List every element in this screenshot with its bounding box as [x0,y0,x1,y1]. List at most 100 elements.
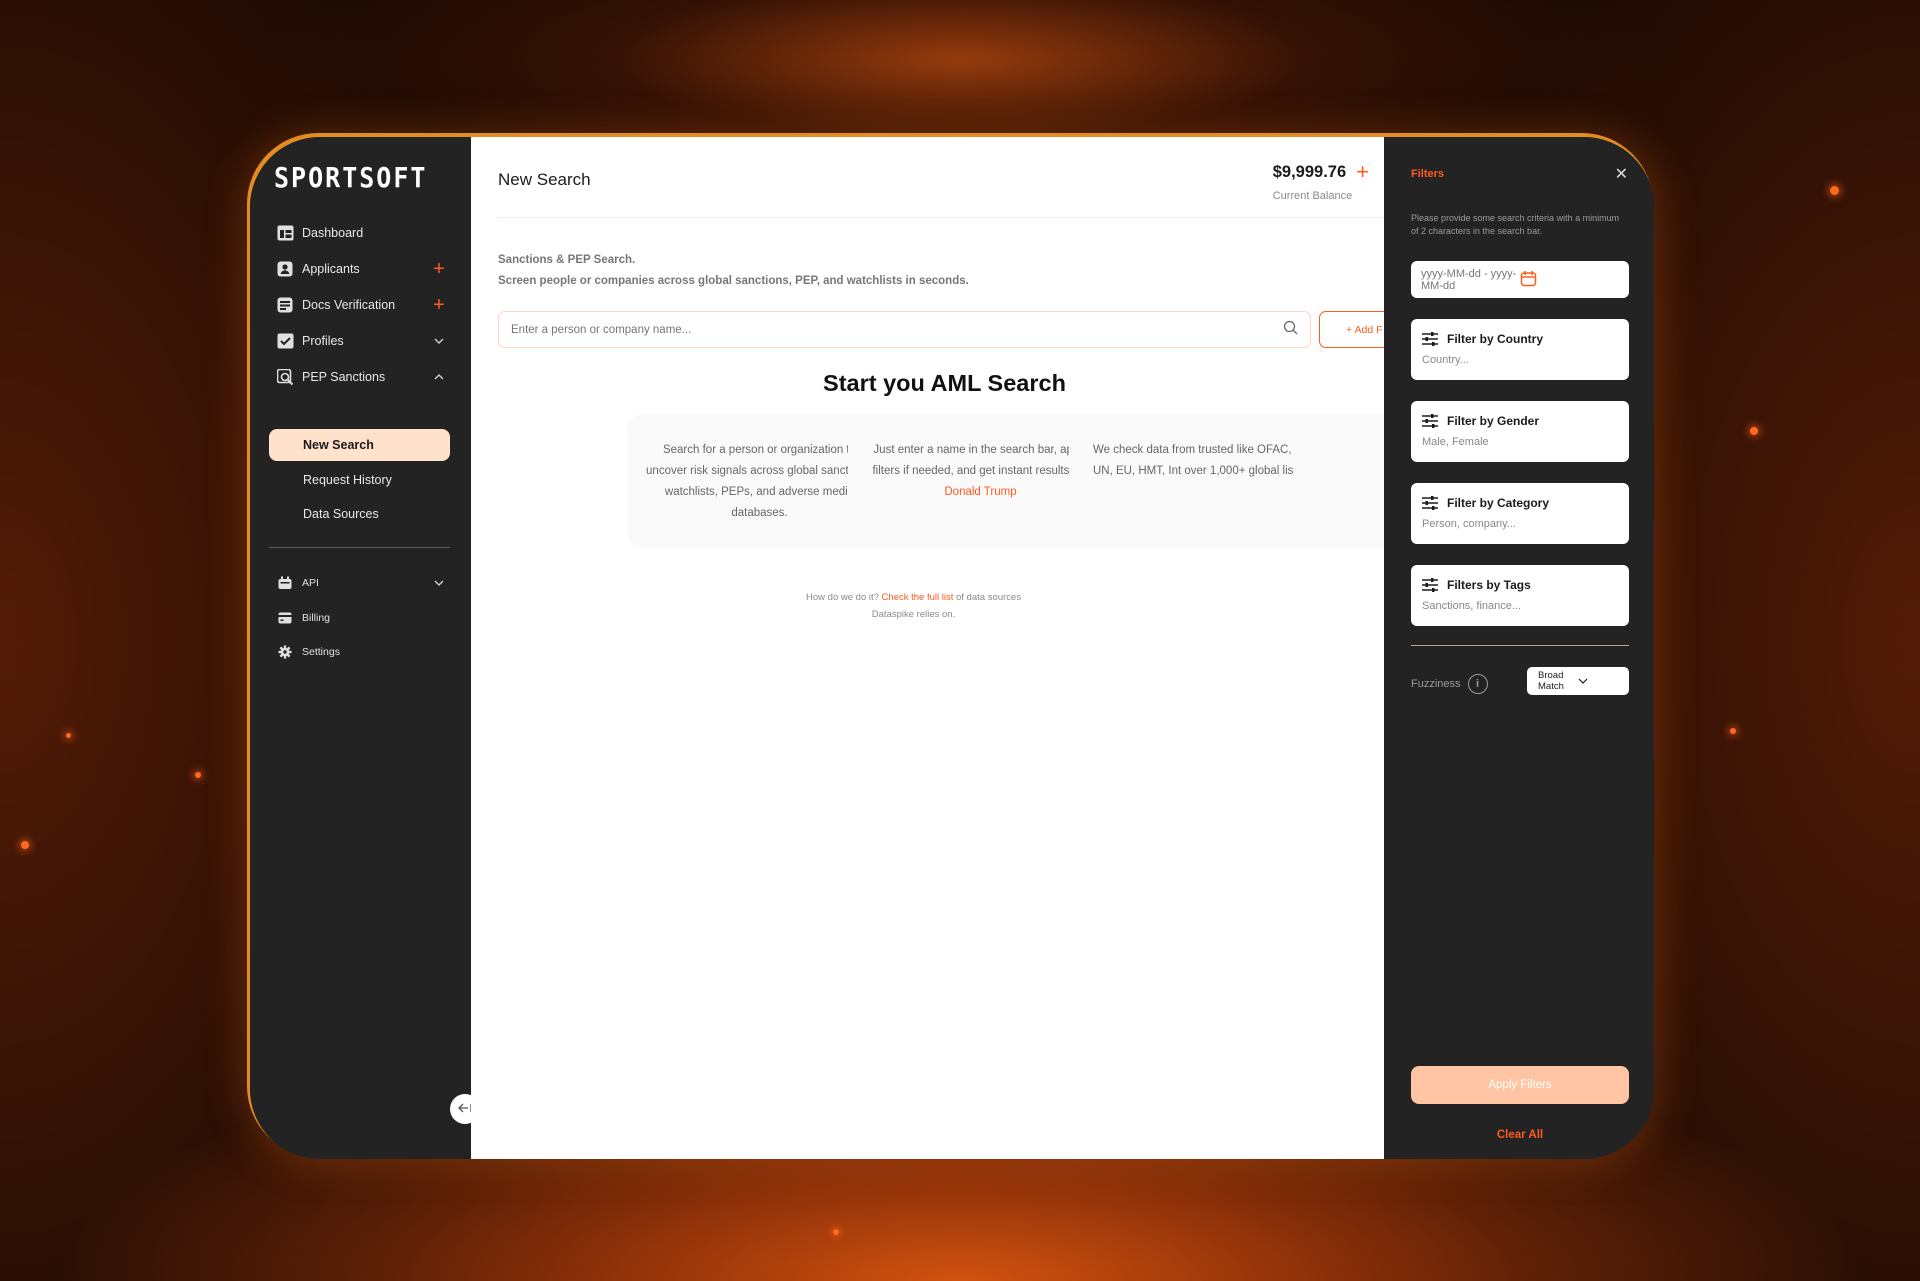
search-input[interactable]: Enter a person or company name... [498,311,1311,348]
sidebar-divider [269,547,450,548]
sidebar-item-label: Applicants [302,262,360,276]
background-spark [1750,427,1758,435]
intro-title: Sanctions & PEP Search. [498,254,636,266]
api-icon [276,574,294,592]
sidebar-item-label: API [302,577,319,589]
chevron-down-icon [432,577,446,589]
sidebar-item-dashboard[interactable]: Dashboard [276,221,446,245]
filters-panel: Filters ✕ Please provide some search cri… [1384,137,1654,1159]
footer-text-line2: Dataspike relies on. [871,609,956,620]
sidebar-subitem-label: Request History [303,473,392,487]
clear-all-button[interactable]: Clear All [1411,1129,1629,1141]
filter-title: Filter by Country [1447,332,1544,346]
add-document-icon[interactable]: + [432,295,446,315]
hero-text: Start you AML Search [823,370,1066,396]
sidebar-item-applicants[interactable]: Applicants + [276,257,446,281]
gear-icon [276,643,294,661]
sidebar-item-profiles[interactable]: Profiles [276,329,446,353]
intro-text: Screen people or companies across global… [498,275,969,287]
background-spark [66,733,71,738]
info-icon[interactable]: i [1467,674,1488,694]
filter-by-country[interactable]: Filter by Country Country... [1411,319,1629,380]
date-placeholder: yyyy-MM-dd - yyyy-MM-dd [1421,267,1517,292]
fuzziness-select[interactable]: Broad Match [1527,667,1629,695]
info-card: We check data from trusted like OFAC, UN… [1069,414,1384,548]
add-filter-button[interactable]: + Add F [1319,311,1384,348]
filter-by-category[interactable]: Filter by Category Person, company... [1411,483,1629,544]
background-spark [21,841,29,849]
sliders-icon [1422,332,1438,346]
sidebar: SPORTSOFT Dashboard Applicants + Docs Ve… [250,137,480,1159]
background-spark [833,1229,839,1235]
chevron-down-icon [432,335,446,347]
balance-widget: $9,999.76 + Current Balance [1273,159,1369,202]
sidebar-item-settings[interactable]: Settings [276,643,446,661]
background-spark [1730,728,1736,734]
filter-title: Filter by Category [1447,496,1550,510]
app-window: SPORTSOFT Dashboard Applicants + Docs Ve… [250,137,1654,1159]
search-placeholder: Enter a person or company name... [511,323,692,336]
fuzziness-label: Fuzziness [1411,678,1461,690]
sidebar-item-label: Dashboard [302,226,364,240]
add-balance-button[interactable]: + [1356,159,1369,185]
dashboard-icon [276,224,294,242]
filter-placeholder: Sanctions, finance... [1422,600,1522,612]
sidebar-item-billing[interactable]: Billing [276,609,446,627]
sidebar-item-label: Profiles [302,334,344,348]
hero-title: Start you AML Search [471,370,1384,397]
chevron-up-icon [432,371,446,383]
collapse-left-icon [458,1100,472,1118]
applicant-icon [276,260,294,278]
sidebar-subitem-label: Data Sources [303,507,379,521]
filter-by-tags[interactable]: Filters by Tags Sanctions, finance... [1411,565,1629,626]
balance-label: Current Balance [1272,190,1353,202]
sliders-icon [1422,578,1438,592]
main-content: New Search $9,999.76 + Current Balance S… [471,137,1384,1159]
sliders-icon [1422,414,1438,428]
filters-divider [1411,645,1629,646]
apply-filters-button[interactable]: Apply Filters [1411,1066,1629,1104]
date-range-input[interactable]: yyyy-MM-dd - yyyy-MM-dd [1411,261,1629,298]
sliders-icon [1422,496,1438,510]
sidebar-subitem-request-history[interactable]: Request History [269,464,450,496]
billing-icon [276,609,294,627]
brand-logo: SPORTSOFT [274,161,428,194]
profiles-icon [276,332,294,350]
footer-text: of data sources [956,592,1021,603]
sidebar-item-api[interactable]: API [276,574,446,592]
sidebar-subitem-new-search[interactable]: New Search [269,429,450,461]
example-search-link[interactable]: Donald Trump [944,486,1016,498]
filter-title: Filter by Gender [1447,414,1540,428]
filters-title: Filters [1411,168,1445,180]
sidebar-item-label: Docs Verification [302,298,396,312]
info-card-text: We check data from trusted like OFAC, UN… [1093,444,1294,477]
page-title: New Search [498,170,591,189]
close-icon[interactable]: ✕ [1615,164,1628,184]
info-card-text: Just enter a name in the search bar, app… [872,444,1089,477]
pep-search-icon [276,368,294,386]
sidebar-item-docs-verification[interactable]: Docs Verification + [276,293,446,317]
footer-text: How do we do it? [806,592,879,603]
sidebar-subitem-label: New Search [303,438,374,452]
sidebar-item-pep-sanctions[interactable]: PEP Sanctions [276,365,446,389]
calendar-icon[interactable] [1520,270,1619,290]
filter-placeholder: Person, company... [1422,518,1516,530]
balance-amount: $9,999.76 [1272,162,1347,181]
add-applicant-icon[interactable]: + [432,259,446,279]
filter-by-gender[interactable]: Filter by Gender Male, Female [1411,401,1629,462]
background-spark [195,772,201,778]
sidebar-subitem-data-sources[interactable]: Data Sources [269,498,450,530]
docs-icon [276,296,294,314]
fuzziness-value: Broad Match [1538,670,1564,692]
full-list-link[interactable]: Check the full list [882,592,954,603]
fuzziness-row: Fuzziness i [1411,674,1488,694]
info-card-text: Search for a person or organization to u… [646,444,873,519]
chevron-down-icon [1578,676,1618,687]
search-icon[interactable] [1283,320,1298,340]
filters-hint: Please provide some search criteria with… [1411,213,1620,236]
sidebar-item-label: PEP Sanctions [302,370,386,384]
filter-placeholder: Male, Female [1422,436,1489,448]
background-spark [1830,186,1839,195]
header-divider [498,217,1384,218]
footer-note: How do we do it? Check the full list of … [471,589,1384,623]
